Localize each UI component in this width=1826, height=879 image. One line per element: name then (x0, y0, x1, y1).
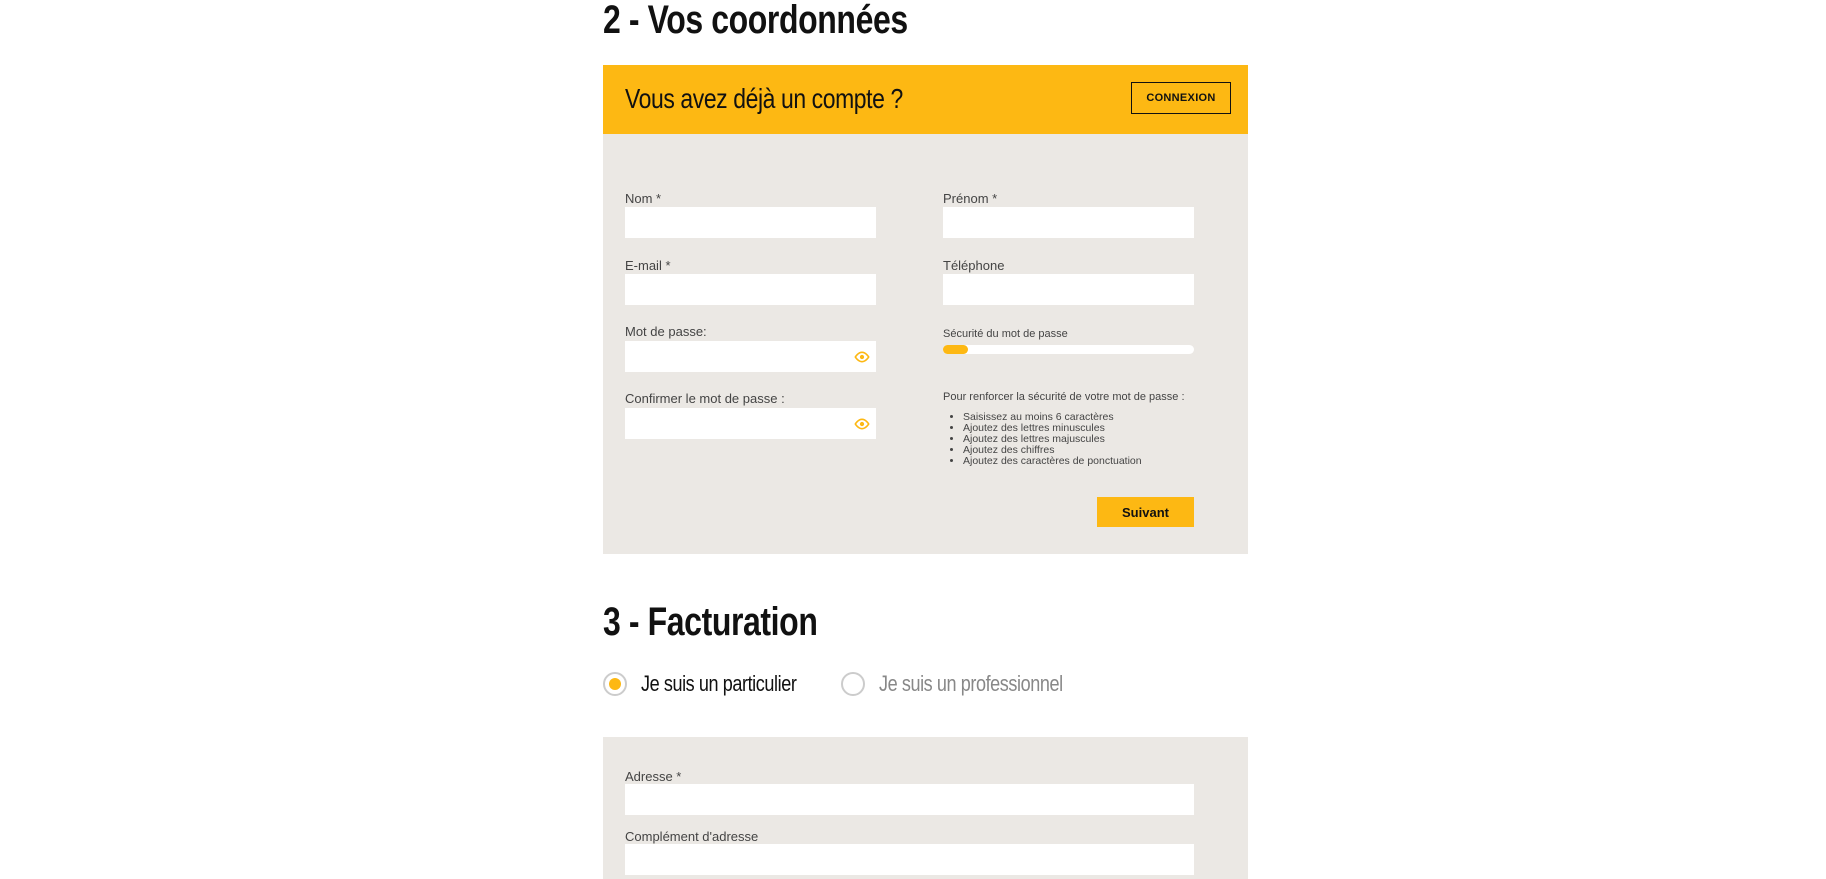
account-banner: Vous avez déjà un compte ? CONNEXION (603, 65, 1248, 134)
radio-button[interactable] (841, 672, 865, 696)
email-label: E-mail * (625, 258, 671, 273)
eye-icon[interactable] (854, 417, 870, 435)
password-tips-intro: Pour renforcer la sécurité de votre mot … (943, 391, 1185, 403)
radio-particulier[interactable]: Je suis un particulier (603, 671, 831, 697)
account-banner-title: Vous avez déjà un compte ? (625, 83, 903, 114)
password-strength-bar (943, 345, 1194, 354)
radio-button[interactable] (603, 672, 627, 696)
nom-input[interactable] (625, 207, 876, 238)
section-title-coordonnees: 2 - Vos coordonnées (603, 0, 908, 42)
password-input[interactable] (625, 341, 876, 372)
eye-icon[interactable] (854, 350, 870, 368)
radio-professionnel-label[interactable]: Je suis un professionnel (879, 671, 1063, 697)
password-tips-list: Saisissez au moins 6 caractères Ajoutez … (943, 412, 1142, 467)
billing-form-panel: Adresse * Complément d'adresse (603, 737, 1248, 879)
complement-label: Complément d'adresse (625, 829, 759, 844)
telephone-input[interactable] (943, 274, 1194, 305)
section-title-facturation: 3 - Facturation (603, 600, 818, 644)
prenom-input[interactable] (943, 207, 1194, 238)
next-button[interactable]: Suivant (1097, 497, 1194, 527)
confirm-password-label: Confirmer le mot de passe : (625, 391, 785, 406)
adresse-input[interactable] (625, 784, 1194, 815)
radio-professionnel[interactable]: Je suis un professionnel (841, 671, 1103, 697)
list-item: Ajoutez des caractères de ponctuation (963, 456, 1142, 467)
coordinates-form-panel: Nom * Prénom * E-mail * Téléphone Mot de… (603, 134, 1248, 554)
nom-label: Nom * (625, 191, 662, 206)
login-button[interactable]: CONNEXION (1131, 82, 1231, 114)
password-label: Mot de passe: (625, 324, 707, 339)
radio-particulier-label[interactable]: Je suis un particulier (641, 671, 797, 697)
password-strength-label: Sécurité du mot de passe (943, 328, 1068, 340)
adresse-label: Adresse * (625, 769, 682, 784)
complement-input[interactable] (625, 844, 1194, 875)
email-input[interactable] (625, 274, 876, 305)
telephone-label: Téléphone (943, 258, 1005, 273)
confirm-password-input[interactable] (625, 408, 876, 439)
radio-selected-dot (609, 678, 621, 690)
password-strength-fill (943, 345, 969, 354)
prenom-label: Prénom * (943, 191, 998, 206)
